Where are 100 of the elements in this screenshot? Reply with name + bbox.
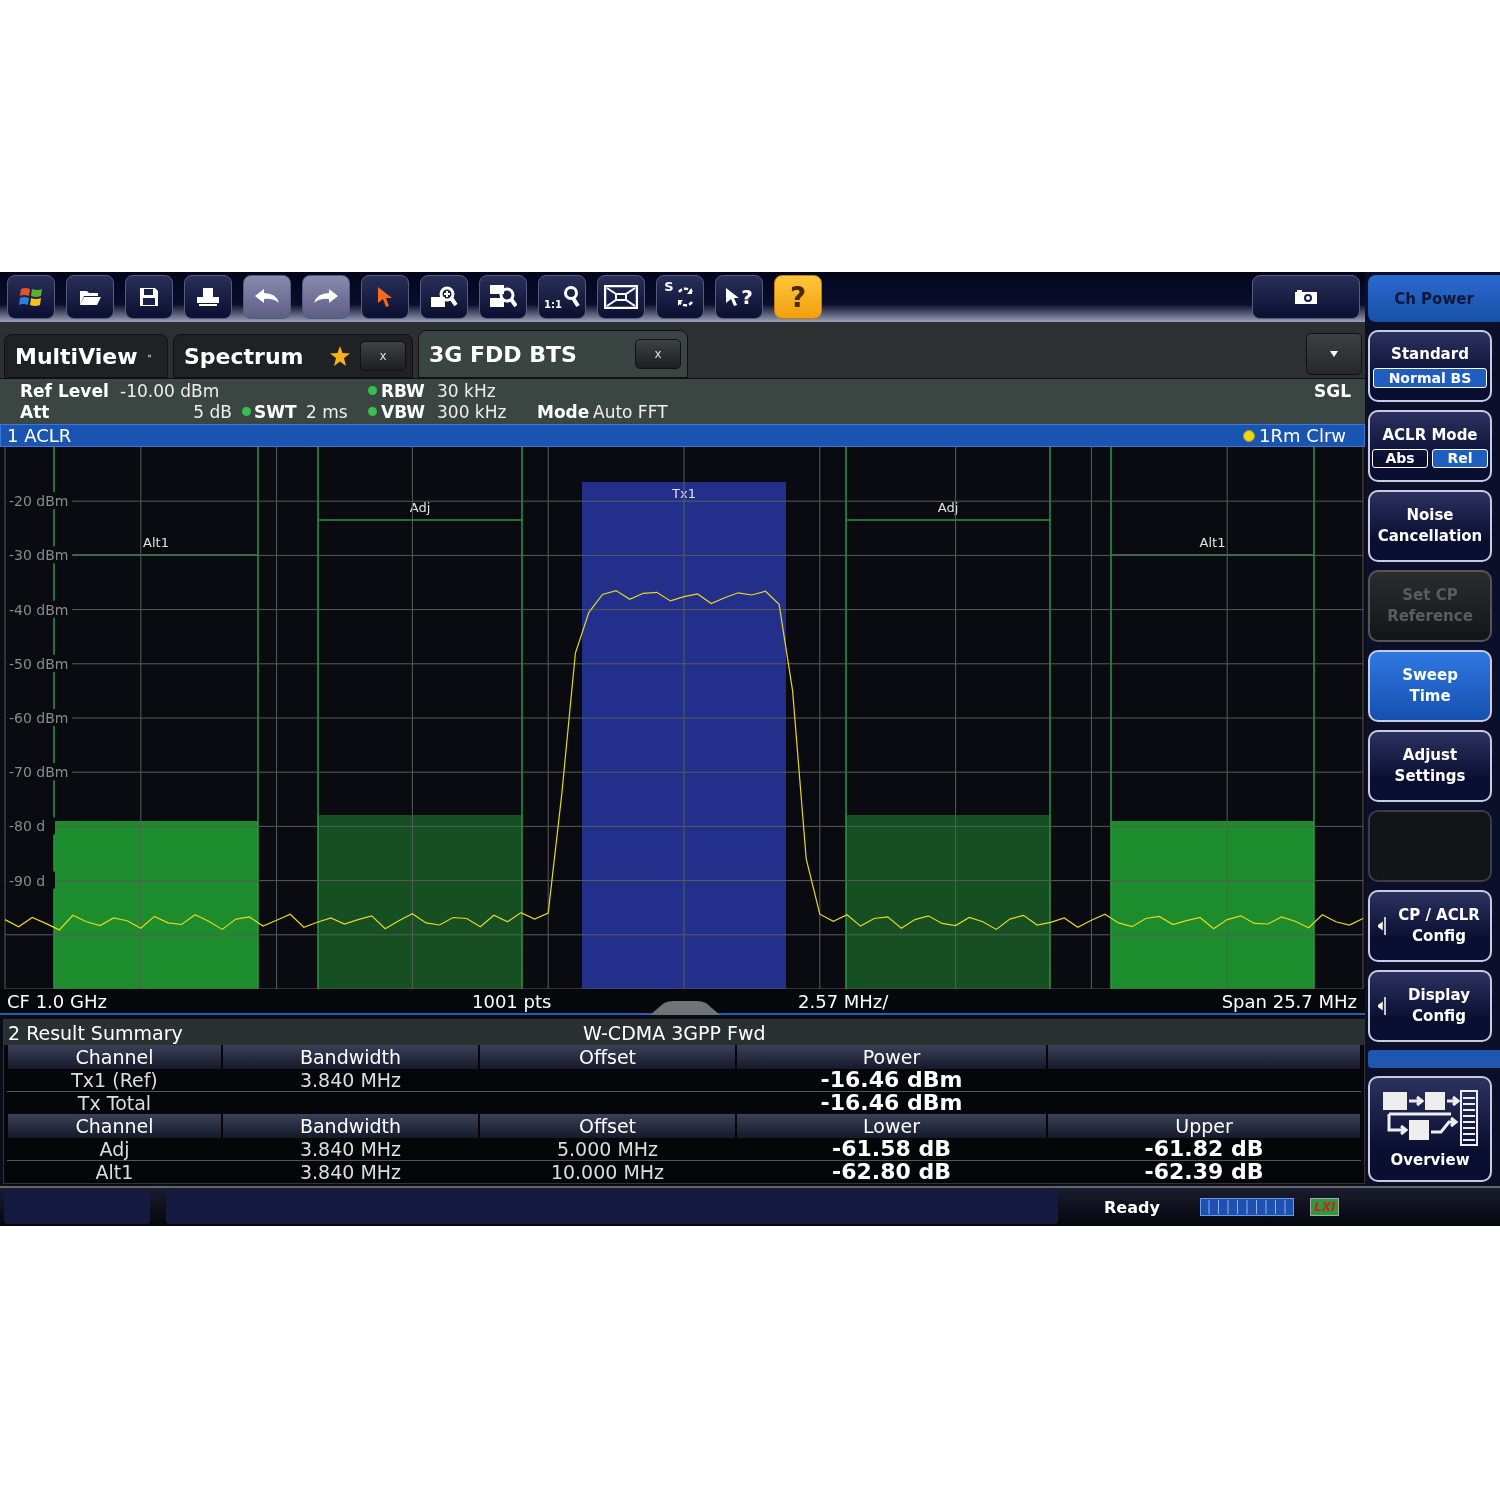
zoom-icon (430, 285, 458, 309)
table-cell: -61.58 dB (832, 1136, 951, 1161)
channel-label: Alt1 (143, 535, 169, 550)
table-cell: Tx Total (77, 1092, 152, 1114)
softkey-button[interactable]: Display Config (1368, 970, 1492, 1042)
submenu-arrow-icon (1378, 997, 1386, 1015)
axis-label: -90 d (9, 872, 46, 889)
undo-arrow-icon (254, 288, 280, 306)
redo-arrow-icon (313, 288, 339, 306)
close-button[interactable]: x (635, 339, 681, 369)
camera-icon (1294, 289, 1318, 305)
axis-label: -50 dBm (9, 655, 69, 672)
axis-label: -40 dBm (9, 601, 69, 618)
tab[interactable]: MultiView (4, 334, 168, 378)
multi-zoom-icon (489, 284, 517, 310)
softkey-button[interactable]: Noise Cancellation (1368, 490, 1492, 562)
axis-label: -80 d (9, 818, 46, 835)
column-header: Channel (8, 1114, 221, 1138)
screenshot-button[interactable] (1252, 275, 1360, 319)
channel-label: Adj (937, 500, 959, 515)
standard-label: W-CDMA 3GPP Fwd (583, 1021, 767, 1044)
redo-button[interactable] (302, 275, 350, 319)
channel-label: Tx1 (672, 486, 696, 501)
span-value: Span 25.7 MHz (1221, 990, 1357, 1012)
points-count: 1001 pts (472, 990, 552, 1012)
column-header: Channel (8, 1045, 221, 1069)
table-cell: 5.000 MHz (556, 1138, 659, 1160)
softkey-value: Normal BS (1373, 368, 1487, 388)
column-header: Bandwidth (223, 1114, 478, 1138)
softkey-button[interactable]: Adjust Settings (1368, 730, 1492, 802)
setting-label: Ref Level (20, 380, 110, 401)
table-cell: 3.840 MHz (299, 1138, 402, 1160)
help-button[interactable]: ? (774, 275, 822, 319)
setting-label: RBW (381, 380, 426, 401)
setting-value: 2 ms (306, 401, 349, 422)
axis-label: -60 dBm (9, 710, 69, 726)
printer-icon (196, 287, 220, 307)
zoom-off-button[interactable]: 1:1 (538, 275, 586, 319)
full-screen-icon (604, 285, 638, 309)
overview-button[interactable]: Overview (1368, 1076, 1492, 1182)
status-dot-icon (368, 386, 377, 395)
column-header: Upper (1048, 1114, 1360, 1138)
table-cell: -16.46 dBm (820, 1090, 963, 1115)
zoom-button[interactable] (420, 275, 468, 319)
tab-label: 3G FDD BTS (429, 341, 577, 367)
diagram-title: 1 ACLR (7, 425, 72, 446)
channel-label: Alt1 (1199, 535, 1226, 550)
setting-value: 300 kHz (437, 401, 508, 422)
progress-indicator-icon (1200, 1198, 1294, 1216)
flag-logo-icon (18, 285, 44, 309)
setting-label: Att (20, 401, 51, 422)
status-dot-icon (241, 407, 251, 416)
sequencer-button[interactable]: S (656, 275, 704, 319)
column-header: Bandwidth (223, 1045, 478, 1069)
sweep-mode-label: SGL (1313, 380, 1351, 401)
softkey-button[interactable]: Standard Normal BS (1368, 330, 1492, 402)
setting-label: VBW (381, 401, 426, 422)
close-button[interactable]: x (360, 341, 406, 371)
caret-icon (1330, 351, 1338, 357)
table-cell: 3.840 MHz (299, 1161, 402, 1183)
mode-option[interactable]: Abs (1372, 448, 1428, 468)
division-scale: 2.57 MHz/ (798, 990, 889, 1012)
panel-title: 2 Result Summary (8, 1021, 184, 1044)
tab[interactable]: Spectrum x (173, 334, 413, 378)
softkey-button[interactable]: CP / ACLR Config (1368, 890, 1492, 962)
table-cell: -62.39 dB (1144, 1159, 1264, 1184)
table-cell: -16.46 dBm (820, 1067, 963, 1092)
tab-label: Spectrum (184, 343, 304, 369)
axis-label: -30 dBm (9, 547, 69, 564)
setting-value: 30 kHz (437, 380, 497, 401)
save-button[interactable] (125, 275, 173, 319)
undo-button[interactable] (243, 275, 291, 319)
status-dot-icon (368, 407, 377, 416)
lxi-logo: LXI (1310, 1198, 1340, 1216)
column-header: Power (737, 1045, 1046, 1069)
table-cell: Tx1 (Ref) (71, 1069, 158, 1091)
full-screen-button[interactable] (597, 275, 645, 319)
tab-label: MultiView (15, 343, 138, 369)
splitter-handle-icon[interactable] (650, 1001, 720, 1015)
softkey-button[interactable]: Sweep Time (1368, 650, 1492, 722)
setting-label: Mode (537, 401, 591, 422)
mode-option[interactable]: Rel (1432, 448, 1488, 468)
block-diagram-icon (1381, 1090, 1479, 1146)
tab[interactable]: 3G FDD BTS x (418, 330, 688, 378)
context-help-button[interactable]: ? (715, 275, 763, 319)
print-button[interactable] (184, 275, 232, 319)
trace-label: 1Rm Clrw (1243, 425, 1346, 446)
center-frequency: CF 1.0 GHz (7, 990, 107, 1012)
menu-title: Ch Power (1368, 275, 1500, 322)
column-header: Lower (737, 1114, 1046, 1138)
table-cell: Alt1 (95, 1161, 134, 1183)
axis-label: -20 dBm (9, 493, 69, 510)
cursor-icon (376, 286, 394, 308)
magnifier-icon (561, 286, 580, 308)
channel-label: Adj (409, 500, 431, 515)
softkey-button[interactable]: ACLR Mode Abs Rel (1368, 410, 1492, 482)
start-button[interactable] (7, 275, 55, 319)
pointer-button[interactable] (361, 275, 409, 319)
multi-zoom-button[interactable] (479, 275, 527, 319)
open-button[interactable] (66, 275, 114, 319)
